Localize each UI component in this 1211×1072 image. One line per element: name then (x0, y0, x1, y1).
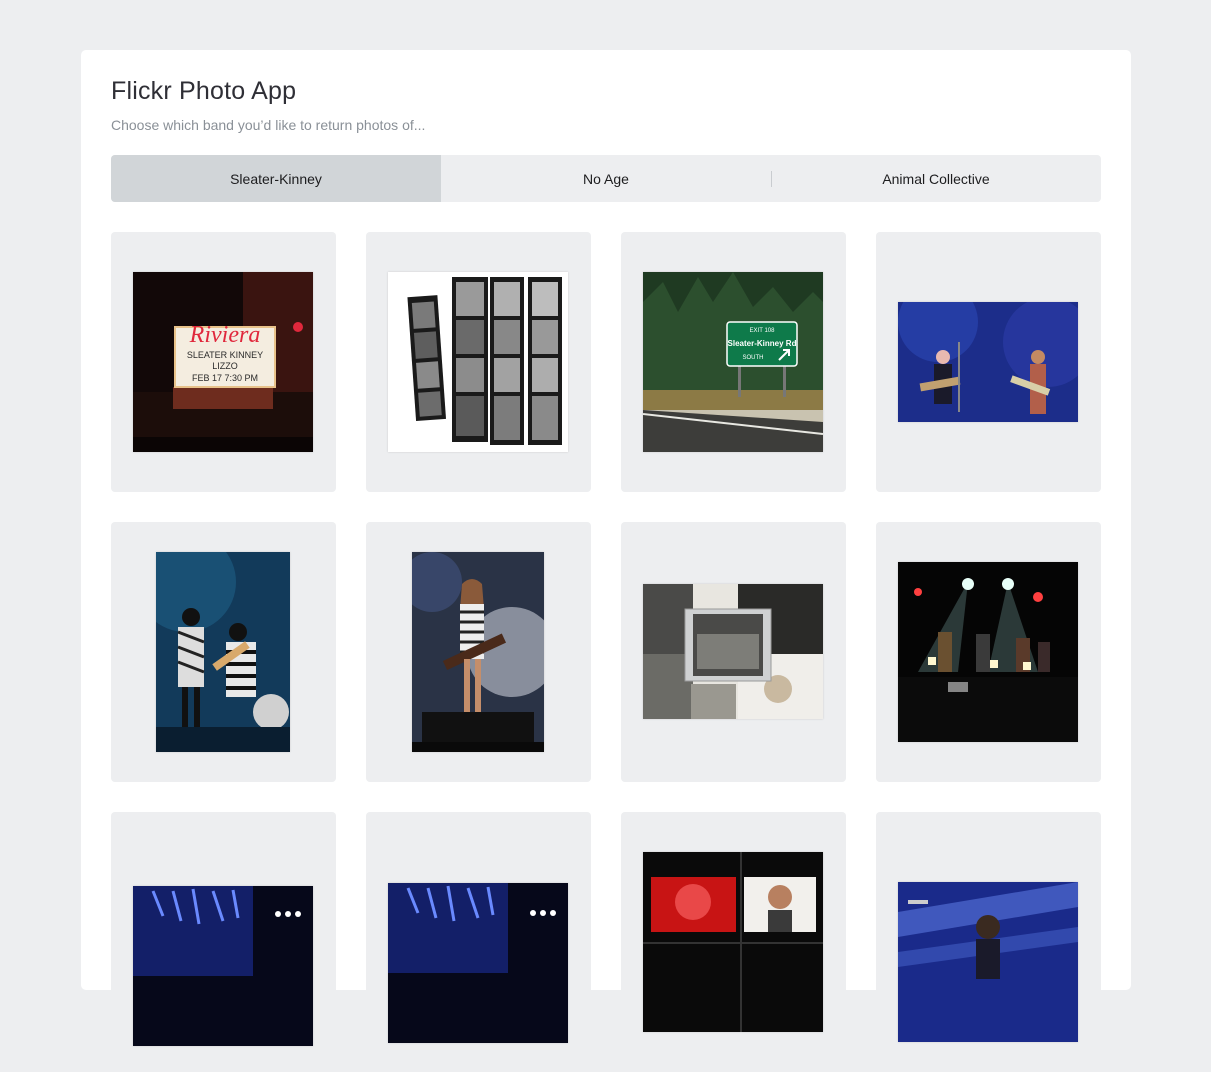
photo-card[interactable] (366, 232, 591, 492)
sign-road-text: Sleater-Kinney Rd (728, 339, 797, 348)
tab-no-age[interactable]: No Age (441, 155, 771, 202)
photo-guitarist-stage[interactable] (412, 552, 544, 752)
photo-card[interactable] (621, 812, 846, 1072)
photo-riviera-marquee[interactable]: Riviera SLEATER KINNEY LIZZO FEB 17 7:30… (133, 272, 313, 452)
photo-card[interactable] (366, 812, 591, 1072)
marquee-sign-text: Riviera (189, 322, 261, 348)
page-title: Flickr Photo App (111, 77, 297, 105)
photo-stage-blue-dark-2[interactable] (388, 883, 568, 1043)
photo-album-collage[interactable] (643, 584, 823, 719)
photo-card[interactable] (111, 812, 336, 1072)
photo-highway-sign[interactable]: EXIT 108 Sleater-Kinney Rd SOUTH (643, 272, 823, 452)
photo-video-screens[interactable] (643, 852, 823, 1032)
sign-exit-text: EXIT 108 (750, 328, 776, 334)
band-tabs: Sleater-Kinney No Age Animal Collective (111, 155, 1101, 202)
photo-card[interactable] (366, 522, 591, 782)
photo-card[interactable]: Riviera SLEATER KINNEY LIZZO FEB 17 7:30… (111, 232, 336, 492)
photo-card[interactable] (876, 232, 1101, 492)
photo-card[interactable]: EXIT 108 Sleater-Kinney Rd SOUTH (621, 232, 846, 492)
tab-sleater-kinney[interactable]: Sleater-Kinney (111, 155, 441, 202)
sign-direction-text: SOUTH (743, 355, 764, 361)
photo-concert-blue[interactable] (898, 302, 1078, 422)
photo-card[interactable] (621, 522, 846, 782)
photo-stage-lights[interactable] (898, 562, 1078, 742)
photo-concert-duo[interactable] (156, 552, 290, 752)
main-panel: Flickr Photo App Choose which band you’d… (81, 50, 1131, 1072)
marquee-line-1: SLEATER KINNEY (187, 350, 263, 360)
marquee-line-3: FEB 17 7:30 PM (192, 373, 258, 383)
photo-photobooth-strips[interactable] (388, 272, 568, 452)
photo-card[interactable] (876, 812, 1101, 1072)
marquee-line-2: LIZZO (212, 361, 238, 371)
photo-card[interactable] (876, 522, 1101, 782)
page-subtitle: Choose which band you’d like to return p… (111, 117, 426, 133)
photo-concert-blue-light[interactable] (898, 882, 1078, 1042)
photo-card[interactable] (111, 522, 336, 782)
photo-stage-blue-dark[interactable] (133, 886, 313, 1046)
tab-animal-collective[interactable]: Animal Collective (771, 155, 1101, 202)
